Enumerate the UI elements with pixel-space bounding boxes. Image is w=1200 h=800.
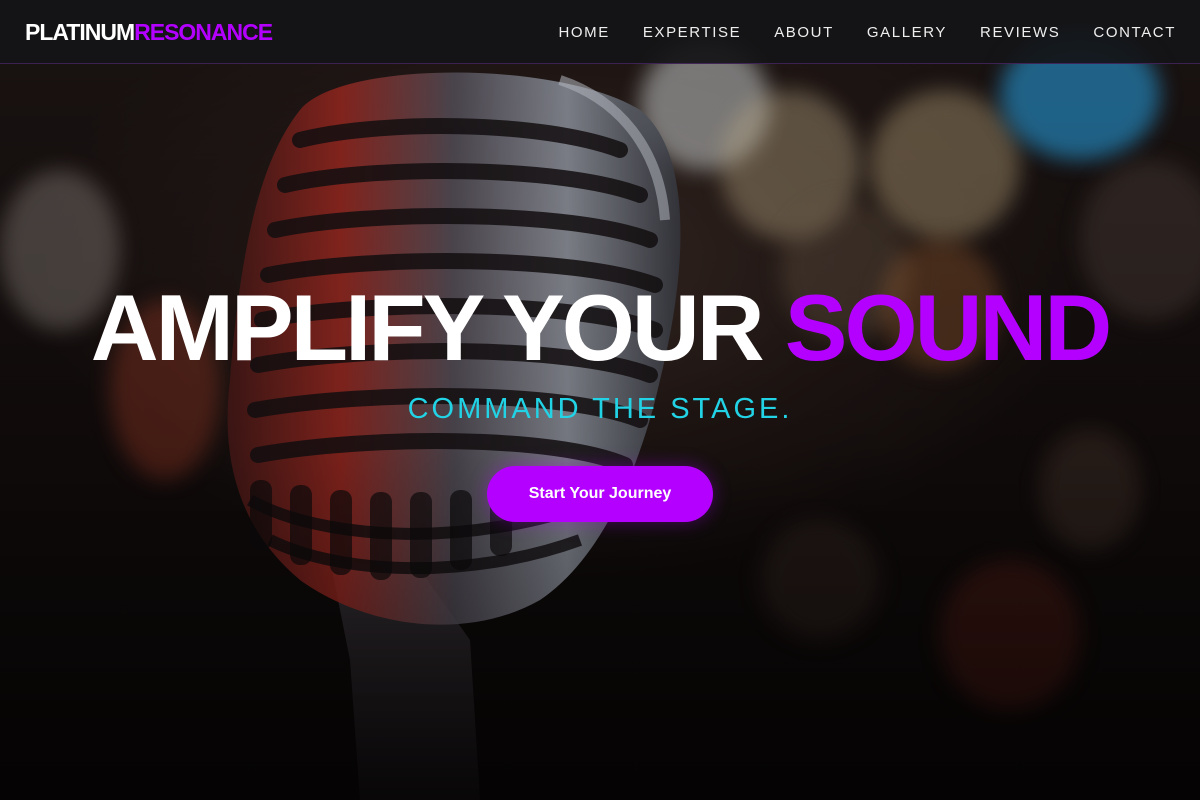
hero-section: AMPLIFY YOUR SOUND COMMAND THE STAGE. St… — [0, 0, 1200, 800]
start-journey-button[interactable]: Start Your Journey — [487, 466, 713, 522]
headline-accent-text: SOUND — [784, 275, 1112, 380]
headline-main-text: AMPLIFY YOUR — [90, 275, 765, 380]
hero-subheadline: COMMAND THE STAGE. — [407, 393, 793, 425]
hero-headline: AMPLIFY YOUR SOUND — [0, 278, 1200, 378]
